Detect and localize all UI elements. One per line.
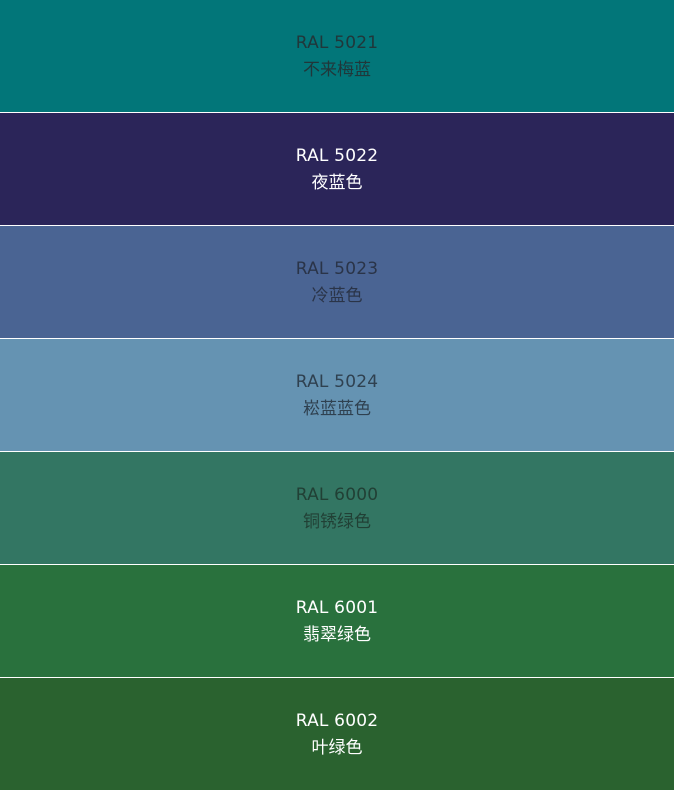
swatch-name: 翡翠绿色 — [303, 624, 371, 645]
swatch-code: RAL 5022 — [295, 145, 379, 166]
swatch-code: RAL 5023 — [295, 258, 379, 279]
swatch-name: 冷蓝色 — [311, 285, 363, 306]
swatch-code: RAL 6001 — [295, 597, 379, 618]
swatch-name: 叶绿色 — [311, 737, 363, 758]
color-swatch: RAL 6002 叶绿色 — [0, 678, 674, 790]
color-swatch: RAL 5023 冷蓝色 — [0, 226, 674, 338]
color-swatch: RAL 5021 不来梅蓝 — [0, 0, 674, 112]
color-swatch: RAL 5024 崧蓝蓝色 — [0, 339, 674, 451]
color-swatch: RAL 6000 铜锈绿色 — [0, 452, 674, 564]
swatch-code: RAL 5024 — [295, 371, 379, 392]
swatch-code: RAL 6002 — [295, 710, 379, 731]
color-swatch-list: RAL 5021 不来梅蓝 RAL 5022 夜蓝色 RAL 5023 冷蓝色 … — [0, 0, 676, 792]
swatch-name: 不来梅蓝 — [303, 59, 371, 80]
swatch-name: 崧蓝蓝色 — [303, 398, 371, 419]
color-swatch: RAL 5022 夜蓝色 — [0, 113, 674, 225]
swatch-code: RAL 6000 — [295, 484, 379, 505]
color-swatch: RAL 6001 翡翠绿色 — [0, 565, 674, 677]
swatch-name: 夜蓝色 — [311, 172, 363, 193]
swatch-code: RAL 5021 — [295, 32, 379, 53]
swatch-name: 铜锈绿色 — [303, 511, 371, 532]
